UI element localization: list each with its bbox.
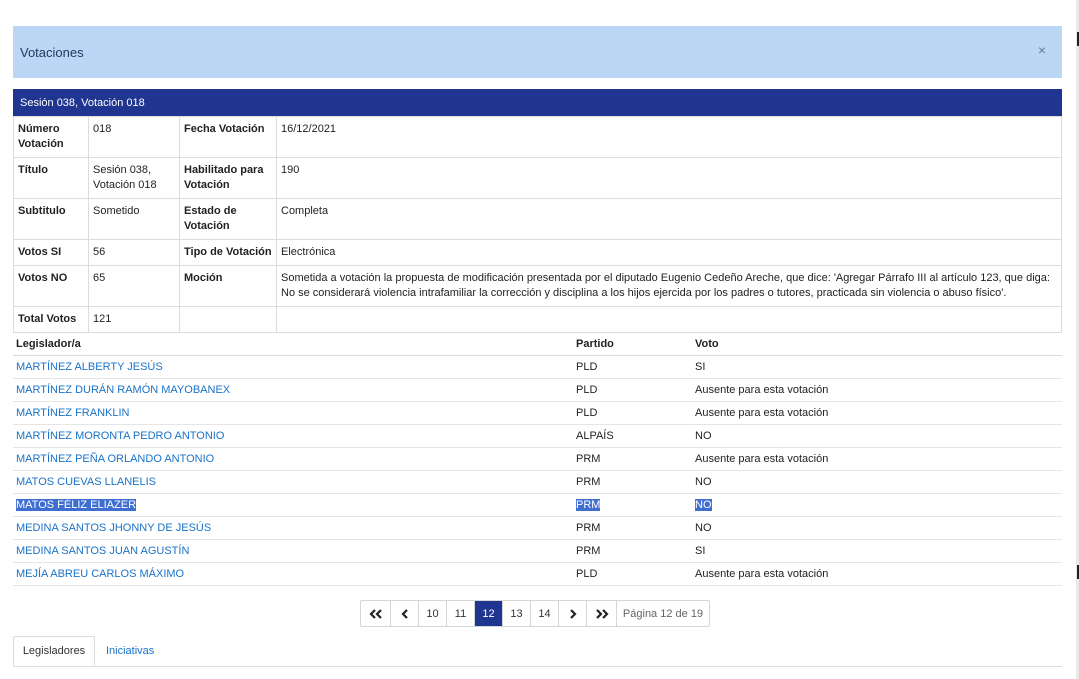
table-row: MEDINA SANTOS JHONNY DE JESÚS PRM NO: [13, 516, 1062, 540]
party-cell: PLD: [576, 361, 598, 373]
detail-value: 56: [88, 239, 180, 266]
vote-cell: Ausente para esta votación: [695, 384, 829, 396]
vote-cell: NO: [695, 476, 712, 488]
mocion-text: Sometida a votación la propuesta de modi…: [276, 265, 1062, 307]
chevron-right-icon: [569, 608, 577, 619]
detail-label: Habilitado para Votación: [179, 157, 277, 199]
legislator-link[interactable]: MATOS CUEVAS LLANELIS: [16, 476, 156, 488]
table-row: MARTÍNEZ DURÁN RAMÓN MAYOBANEX PLD Ausen…: [13, 378, 1062, 402]
table-row: MARTÍNEZ MORONTA PEDRO ANTONIO ALPAÍS NO: [13, 424, 1062, 448]
table-row: MEJÍA ABREU CARLOS MÁXIMO PLD Ausente pa…: [13, 562, 1062, 586]
first-page-button[interactable]: [361, 601, 391, 626]
next-page-button[interactable]: [559, 601, 587, 626]
table-row: MARTÍNEZ ALBERTY JESÚS PLD SI: [13, 355, 1062, 379]
session-header: Sesión 038, Votación 018: [13, 89, 1062, 116]
legislator-link[interactable]: MATOS FÉLIZ ELIAZER: [16, 499, 137, 511]
last-page-button[interactable]: [587, 601, 617, 626]
page-button-14[interactable]: 14: [531, 601, 559, 626]
detail-label: Subtitulo: [13, 198, 89, 240]
vote-cell: SI: [695, 545, 706, 557]
detail-label: Fecha Votación: [179, 116, 277, 158]
legislator-link[interactable]: MARTÍNEZ MORONTA PEDRO ANTONIO: [16, 430, 224, 442]
detail-value: Electrónica: [276, 239, 1062, 266]
vote-details-table: Número Votación 018 Fecha Votación 16/12…: [13, 116, 1062, 333]
party-cell: PRM: [576, 499, 601, 511]
vote-cell: NO: [695, 430, 712, 442]
previous-page-button[interactable]: [391, 601, 419, 626]
legislator-link[interactable]: MEJÍA ABREU CARLOS MÁXIMO: [16, 568, 184, 580]
detail-value: Sometido: [88, 198, 180, 240]
vote-cell: SI: [695, 361, 706, 373]
party-cell: PLD: [576, 407, 598, 419]
vote-cell: NO: [695, 499, 712, 511]
vote-cell: Ausente para esta votación: [695, 407, 829, 419]
detail-label: Total Votos: [13, 306, 89, 333]
empty-cell: [276, 306, 1062, 333]
table-row: MATOS CUEVAS LLANELIS PRM NO: [13, 470, 1062, 494]
tab-legisladores[interactable]: Legisladores: [13, 636, 95, 666]
table-row-selected: MATOS FÉLIZ ELIAZER PRM NO: [13, 493, 1062, 517]
page-button-10[interactable]: 10: [419, 601, 447, 626]
party-cell: PRM: [576, 476, 601, 488]
modal-title: Votaciones: [20, 45, 84, 60]
detail-value: Sesión 038, Votación 018: [88, 157, 180, 199]
pagination: 10 11 12 13 14 Página 12 de 19: [360, 600, 710, 627]
legislator-link[interactable]: MARTÍNEZ ALBERTY JESÚS: [16, 361, 163, 373]
detail-value: 121: [88, 306, 180, 333]
detail-label: Tipo de Votación: [179, 239, 277, 266]
page-button-13[interactable]: 13: [503, 601, 531, 626]
legislator-link[interactable]: MARTÍNEZ DURÁN RAMÓN MAYOBANEX: [16, 384, 230, 396]
tab-iniciativas[interactable]: Iniciativas: [106, 636, 154, 666]
vote-cell: Ausente para esta votación: [695, 453, 829, 465]
party-cell: PRM: [576, 453, 601, 465]
legislator-link[interactable]: MEDINA SANTOS JHONNY DE JESÚS: [16, 522, 211, 534]
column-header-legislador: Legislador/a: [13, 332, 573, 356]
party-cell: ALPAÍS: [576, 430, 614, 442]
detail-label: Votos NO: [13, 265, 89, 307]
close-icon[interactable]: ×: [1038, 42, 1046, 58]
party-cell: PRM: [576, 545, 601, 557]
party-cell: PRM: [576, 522, 601, 534]
modal-header: Votaciones ×: [13, 26, 1062, 78]
double-chevron-left-icon: [368, 608, 382, 619]
vote-cell: NO: [695, 522, 712, 534]
detail-value: 65: [88, 265, 180, 307]
legislator-link[interactable]: MARTÍNEZ FRANKLIN: [16, 407, 129, 419]
table-row: MARTÍNEZ PEÑA ORLANDO ANTONIO PRM Ausent…: [13, 447, 1062, 471]
vote-cell: Ausente para esta votación: [695, 568, 829, 580]
empty-cell: [179, 306, 277, 333]
chevron-left-icon: [400, 608, 408, 619]
table-row: MEDINA SANTOS JUAN AGUSTÍN PRM SI: [13, 539, 1062, 563]
party-cell: PLD: [576, 568, 598, 580]
tab-bar: Legisladores Iniciativas: [13, 636, 1062, 667]
double-chevron-right-icon: [595, 608, 609, 619]
column-header-voto: Voto: [692, 332, 1062, 356]
legislator-link[interactable]: MEDINA SANTOS JUAN AGUSTÍN: [16, 545, 189, 557]
votes-table: Legislador/a Partido Voto MARTÍNEZ ALBER…: [13, 332, 1062, 586]
detail-label: Votos SI: [13, 239, 89, 266]
detail-value: Completa: [276, 198, 1062, 240]
detail-value: 018: [88, 116, 180, 158]
page-button-11[interactable]: 11: [447, 601, 475, 626]
table-row: MARTÍNEZ FRANKLIN PLD Ausente para esta …: [13, 401, 1062, 425]
party-cell: PLD: [576, 384, 598, 396]
detail-label: Moción: [179, 265, 277, 307]
column-header-partido: Partido: [573, 332, 692, 356]
page-info: Página 12 de 19: [622, 607, 704, 620]
page-button-12-current[interactable]: 12: [475, 601, 503, 626]
legislator-link[interactable]: MARTÍNEZ PEÑA ORLANDO ANTONIO: [16, 453, 214, 465]
detail-label: Número Votación: [13, 116, 89, 158]
votes-section: Legislador/a Partido Voto MARTÍNEZ ALBER…: [13, 332, 1062, 586]
detail-label: Título: [13, 157, 89, 199]
detail-label: Estado de Votación: [179, 198, 277, 240]
detail-value: 16/12/2021: [276, 116, 1062, 158]
detail-value: 190: [276, 157, 1062, 199]
